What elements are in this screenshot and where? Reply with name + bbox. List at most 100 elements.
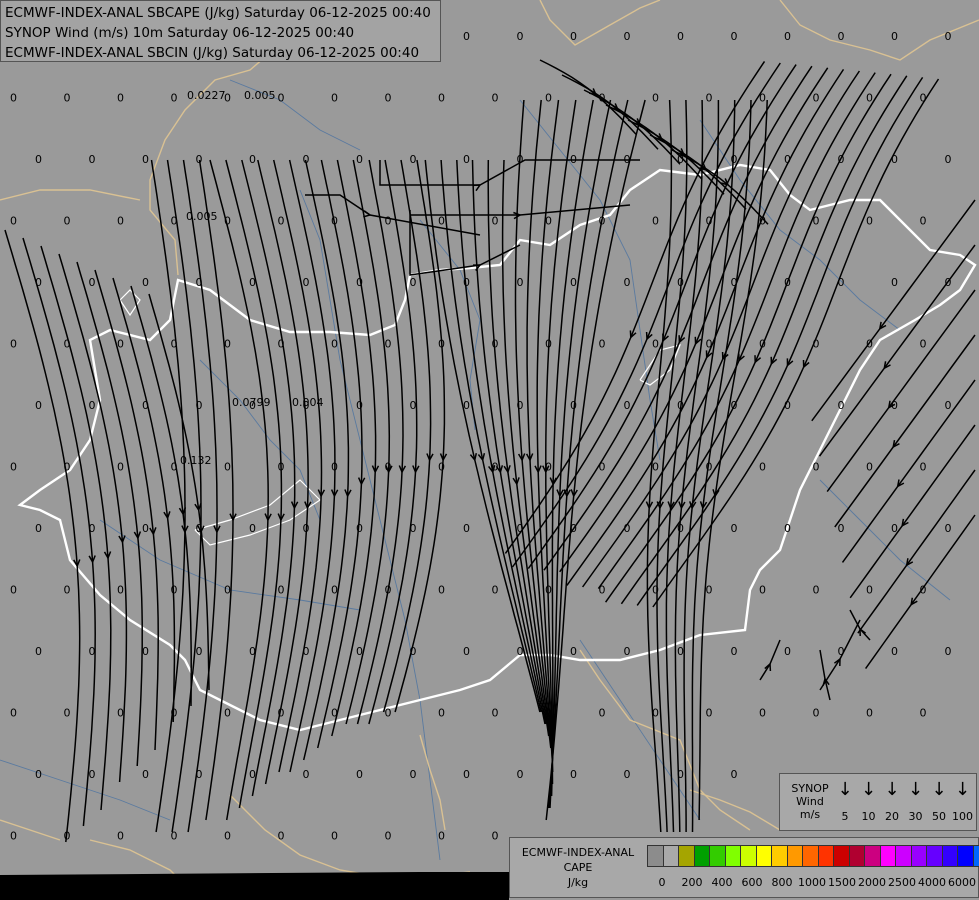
cin-zero-label: 0 <box>866 215 873 228</box>
cin-zero-label: 0 <box>142 522 149 535</box>
streamline <box>424 159 541 713</box>
cin-zero-label: 0 <box>89 768 96 781</box>
cin-zero-label: 0 <box>624 153 631 166</box>
cin-zero-label: 0 <box>838 645 845 658</box>
streamline <box>356 159 404 725</box>
cin-zero-label: 0 <box>813 338 820 351</box>
cin-zero-label: 0 <box>517 645 524 658</box>
cin-zero-label: 0 <box>570 276 577 289</box>
cin-zero-label: 0 <box>249 768 256 781</box>
cin-zero-label: 0 <box>196 276 203 289</box>
cin-zero-label: 0 <box>706 215 713 228</box>
cape-legend-title: ECMWF-INDEX-ANAL CAPE J/kg <box>521 846 635 889</box>
cin-zero-label: 0 <box>64 584 71 597</box>
cin-zero-label: 0 <box>117 215 124 228</box>
cin-zero-label: 0 <box>249 645 256 658</box>
cin-zero-label: 0 <box>89 522 96 535</box>
cin-zero-label: 0 <box>624 30 631 43</box>
cape-color-swatch <box>849 846 865 866</box>
cape-color-swatch <box>725 846 741 866</box>
cin-zero-label: 0 <box>171 461 178 474</box>
cape-color-swatch <box>818 846 834 866</box>
cin-zero-label: 0 <box>10 461 17 474</box>
streamline <box>440 159 542 713</box>
cin-zero-label: 0 <box>731 645 738 658</box>
cin-zero-label: 0 <box>517 153 524 166</box>
cin-zero-label: 0 <box>303 645 310 658</box>
cin-zero-label: 0 <box>224 215 231 228</box>
streamline <box>471 159 547 725</box>
cin-zero-label: 0 <box>89 399 96 412</box>
cin-zero-label: 0 <box>599 92 606 105</box>
cin-zero-label: 0 <box>171 92 178 105</box>
title-line-cape: ECMWF-INDEX-ANAL SBCAPE (J/kg) Saturday … <box>5 5 431 21</box>
cin-zero-label: 0 <box>599 584 606 597</box>
cape-scale-label: 800 <box>771 876 793 889</box>
cape-color-swatch <box>942 846 958 866</box>
streamline <box>410 204 631 216</box>
cin-zero-label: 0 <box>677 645 684 658</box>
cin-zero-label: 0 <box>784 276 791 289</box>
cin-zero-label: 0 <box>356 276 363 289</box>
cin-zero-label: 0 <box>438 707 445 720</box>
cin-zero-label: 0 <box>142 276 149 289</box>
streamline <box>646 99 673 833</box>
cape-color-swatch <box>679 846 695 866</box>
country-border <box>419 734 446 831</box>
cin-zero-label: 0 <box>677 522 684 535</box>
river-line <box>579 639 701 821</box>
cape-scale-label: 200 <box>681 876 703 889</box>
cin-zero-label: 0 <box>920 707 927 720</box>
wind-legend-item: ↓ 50 <box>928 780 950 824</box>
cin-zero-label: 0 <box>224 830 231 843</box>
cin-zero-label: 0 <box>891 399 898 412</box>
cin-zero-label: 0 <box>624 522 631 535</box>
wind-legend-item: ↓ 10 <box>858 780 880 824</box>
cin-zero-label: 0 <box>920 461 927 474</box>
cin-zero-label: 0 <box>784 522 791 535</box>
wind-speed-label: 100 <box>952 810 973 823</box>
cin-zero-label: 0 <box>303 276 310 289</box>
cin-zero-label: 0 <box>677 153 684 166</box>
cin-zero-label: 0 <box>492 707 499 720</box>
cin-zero-label: 0 <box>920 338 927 351</box>
cin-zero-label: 0 <box>331 584 338 597</box>
streamline <box>605 104 703 180</box>
cin-zero-label: 0 <box>171 584 178 597</box>
cin-zero-label: 0 <box>89 645 96 658</box>
cin-zero-label: 0 <box>759 584 766 597</box>
cin-zero-label: 0 <box>10 830 17 843</box>
map-viewport[interactable]: 0 0 0 0 0 0 0 0 0 0 0 0 0 0 0 0 0 0 0 0 0 0 0 0 0 0 0 0 0 0 0 0 0 0 0 0 0 0 0 0… <box>0 0 979 900</box>
cin-zero-label: 0 <box>331 830 338 843</box>
cin-zero-label: 0 <box>624 645 631 658</box>
wind-legend-item: ↓ 30 <box>905 780 927 824</box>
cin-zero-label: 0 <box>784 399 791 412</box>
cin-zero-label: 0 <box>706 92 713 105</box>
cin-zero-label: 0 <box>945 153 952 166</box>
cin-zero-label: 0 <box>813 584 820 597</box>
cin-zero-label: 0 <box>278 92 285 105</box>
cin-zero-label: 0 <box>545 92 552 105</box>
cape-legend: ECMWF-INDEX-ANAL CAPE J/kg 0 200 400 600 800… <box>509 837 979 898</box>
map-title-box: ECMWF-INDEX-ANAL SBCAPE (J/kg) Saturday … <box>0 0 441 62</box>
cin-zero-label: 0 <box>463 522 470 535</box>
country-border <box>539 0 661 46</box>
cin-zero-label: 0 <box>463 645 470 658</box>
cin-zero-label: 0 <box>492 338 499 351</box>
cin-zero-label: 0 <box>866 584 873 597</box>
cin-zero-label: 0 <box>731 30 738 43</box>
national-border-line <box>17 163 977 732</box>
cin-zero-label: 0 <box>89 276 96 289</box>
cin-zero-label: 0 <box>224 461 231 474</box>
cin-zero-label: 0 <box>438 215 445 228</box>
cin-zero-label: 0 <box>438 461 445 474</box>
cin-zero-label: 0 <box>517 399 524 412</box>
cin-zero-label: 0 <box>838 153 845 166</box>
black-shadow-region <box>0 872 509 900</box>
cin-zero-label: 0 <box>652 92 659 105</box>
cin-zero-label: 0 <box>10 707 17 720</box>
cin-zero-label: 0 <box>570 30 577 43</box>
cin-zero-label: 0 <box>142 153 149 166</box>
cin-zero-label: 0 <box>731 276 738 289</box>
cape-scale-label: 2000 <box>858 876 886 889</box>
